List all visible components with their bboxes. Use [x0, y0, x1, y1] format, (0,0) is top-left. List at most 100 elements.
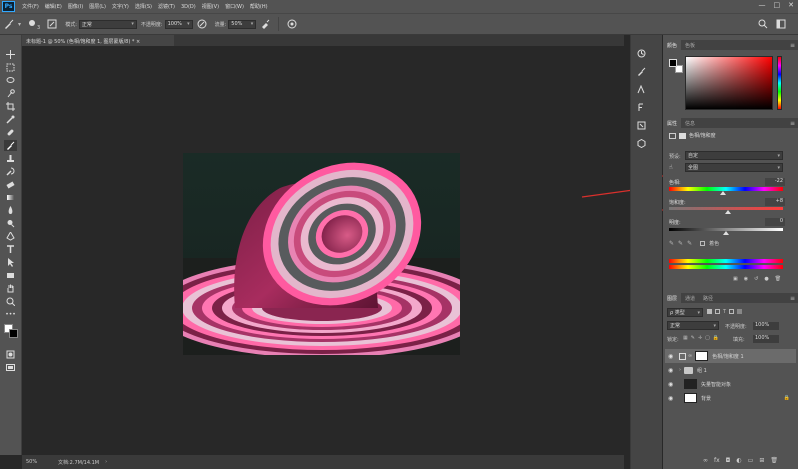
chevron-down-icon: ▾ — [713, 322, 716, 329]
lock-transparent-icon[interactable]: ▦ — [683, 335, 688, 341]
tab-info[interactable]: 信息 — [681, 120, 699, 127]
status-bar: 50% 文档:2.7M/14.1M › — [22, 455, 624, 469]
colorize-checkbox[interactable] — [700, 241, 706, 246]
lock-image-icon[interactable]: ✎ — [691, 335, 695, 341]
clip-to-layer-icon[interactable]: ▣ — [733, 276, 738, 282]
chevron-right-icon[interactable]: › — [679, 367, 681, 373]
panel-menu-icon[interactable]: ≡ — [790, 42, 795, 49]
tab-properties[interactable]: 属性 — [663, 118, 682, 128]
hue-value[interactable]: -22 — [765, 178, 785, 186]
add-mask-icon[interactable]: ◘ — [726, 457, 731, 464]
targeted-adjustment-icon[interactable]: ☝ — [669, 164, 673, 171]
link-icon[interactable]: ∞ — [688, 353, 692, 359]
lightness-slider-thumb[interactable] — [723, 231, 729, 235]
filter-type-icon[interactable]: T — [723, 309, 726, 315]
eyedropper-group: ✎ ✎ ✎ 着色 — [669, 240, 719, 247]
layer-row[interactable]: ◉ ∞ 色相/饱和度 1 — [665, 349, 796, 363]
fill-label: 填充: — [733, 337, 745, 343]
paragraph-icon[interactable] — [637, 83, 657, 95]
tab-paths[interactable]: 路径 — [699, 295, 717, 302]
tab-color[interactable]: 颜色 — [663, 40, 682, 50]
adjustment-name: 色相/饱和度 — [689, 133, 716, 139]
lock-icons: ▦ ✎ ✛ ▢ 🔒 — [683, 335, 719, 341]
document-size: 文档:2.7M/14.1M — [58, 459, 100, 466]
fg-color-chip[interactable] — [669, 59, 677, 67]
layer-thumbnail — [684, 379, 697, 389]
output-color-ramp — [669, 265, 783, 269]
eye-icon[interactable]: ◉ — [668, 381, 676, 388]
new-group-icon[interactable]: ▭ — [748, 457, 754, 464]
panel-menu-icon[interactable]: ≡ — [790, 120, 795, 127]
layer-row[interactable]: ◉ 矢量智能对象 — [665, 377, 796, 391]
filter-shape-icon[interactable] — [729, 309, 735, 314]
tab-channels[interactable]: 通道 — [681, 295, 699, 302]
lightness-value[interactable]: 0 — [765, 218, 785, 226]
color-panel-tabs: 颜色 色板 ≡ — [663, 40, 798, 50]
layer-mask-thumbnail[interactable] — [695, 351, 709, 361]
layers-panel-tabs: 图层 通道 路径 ≡ — [663, 293, 798, 303]
layer-name[interactable]: 背景 — [701, 395, 711, 402]
layer-row[interactable]: ◉ 背景 🔒 — [665, 391, 796, 405]
fill-value[interactable]: 100% — [753, 335, 779, 343]
layer-name[interactable]: 色相/饱和度 1 — [712, 353, 743, 360]
visibility-icon[interactable]: ● — [764, 276, 768, 282]
reset-icon[interactable]: ↺ — [754, 276, 758, 282]
tab-swatches[interactable]: 色板 — [681, 42, 699, 49]
adjustment-layer-icon[interactable] — [669, 132, 676, 139]
input-color-ramp — [669, 259, 783, 263]
channel-select[interactable]: 全图 ▾ — [685, 163, 783, 172]
new-layer-icon[interactable]: ⊞ — [759, 457, 764, 464]
brush-settings-icon[interactable] — [637, 65, 657, 77]
layer-style-icon[interactable]: fx — [714, 457, 720, 464]
lock-position-icon[interactable]: ✛ — [698, 335, 702, 341]
new-adjustment-icon[interactable]: ◐ — [736, 457, 741, 464]
hue-slider-thumb[interactable] — [719, 191, 726, 195]
filter-smart-object-icon[interactable] — [737, 309, 743, 314]
glyphs-icon[interactable] — [637, 119, 657, 131]
lock-icon: 🔒 — [783, 395, 790, 401]
link-layers-icon[interactable]: ∞ — [703, 457, 708, 464]
hue-slider-track[interactable] — [669, 187, 783, 191]
layer-row[interactable]: ◉ › 组 1 — [665, 363, 796, 377]
eyedropper-minus-icon[interactable]: ✎ — [687, 240, 692, 247]
layer-filter-select[interactable]: ρ 类型 ▾ — [667, 308, 703, 317]
layer-opacity-value[interactable]: 100% — [753, 322, 779, 330]
eye-icon[interactable]: ◉ — [668, 353, 676, 360]
preset-select[interactable]: 自定 ▾ — [685, 151, 783, 160]
chevron-right-icon[interactable]: › — [105, 459, 107, 465]
layer-blend-mode-value: 正常 — [670, 323, 681, 329]
color-picker-field[interactable] — [685, 56, 773, 110]
layer-name[interactable]: 矢量智能对象 — [701, 381, 731, 388]
chevron-down-icon: ▾ — [697, 309, 700, 316]
panel-menu-icon[interactable]: ≡ — [790, 295, 795, 302]
saturation-slider-thumb[interactable] — [725, 210, 732, 214]
filter-adjustment-icon[interactable] — [715, 309, 720, 314]
preset-value: 自定 — [688, 153, 699, 159]
trash-icon[interactable]: 🗑 — [775, 276, 781, 282]
layer-name[interactable]: 组 1 — [697, 367, 707, 374]
character-icon[interactable] — [637, 101, 657, 113]
right-panels: 颜色 色板 ≡ 属性 信息 ≡ 色相/饱和度 预设: 自定 ▾ ☝ 全图 ▾ 色… — [663, 35, 798, 469]
channel-value: 全图 — [688, 165, 699, 171]
saturation-value[interactable]: +8 — [765, 198, 785, 206]
eyedropper-plus-icon[interactable]: ✎ — [678, 240, 683, 247]
colorize-label: 着色 — [709, 241, 720, 247]
eye-icon[interactable]: ◉ — [668, 367, 676, 374]
hue-spectrum-bar[interactable] — [777, 56, 782, 110]
view-previous-icon[interactable]: ◉ — [744, 276, 748, 282]
eye-icon[interactable]: ◉ — [668, 395, 676, 402]
layer-filter-value: ρ 类型 — [670, 310, 685, 316]
zoom-level[interactable]: 50% — [26, 459, 50, 465]
eyedropper-icon[interactable]: ✎ — [669, 240, 674, 247]
3d-icon[interactable] — [637, 137, 657, 149]
chevron-down-icon: ▾ — [777, 164, 780, 171]
filter-pixel-icon[interactable] — [707, 309, 712, 314]
lock-all-icon[interactable]: 🔒 — [713, 335, 719, 341]
history-icon[interactable] — [637, 47, 657, 59]
layer-blend-mode-select[interactable]: 正常 ▾ — [667, 321, 719, 330]
tab-layers[interactable]: 图层 — [663, 293, 682, 303]
delete-layer-icon[interactable]: 🗑 — [770, 457, 778, 464]
lock-artboard-icon[interactable]: ▢ — [705, 335, 710, 341]
hue-label: 色相: — [669, 180, 681, 186]
mask-icon[interactable] — [679, 132, 686, 139]
